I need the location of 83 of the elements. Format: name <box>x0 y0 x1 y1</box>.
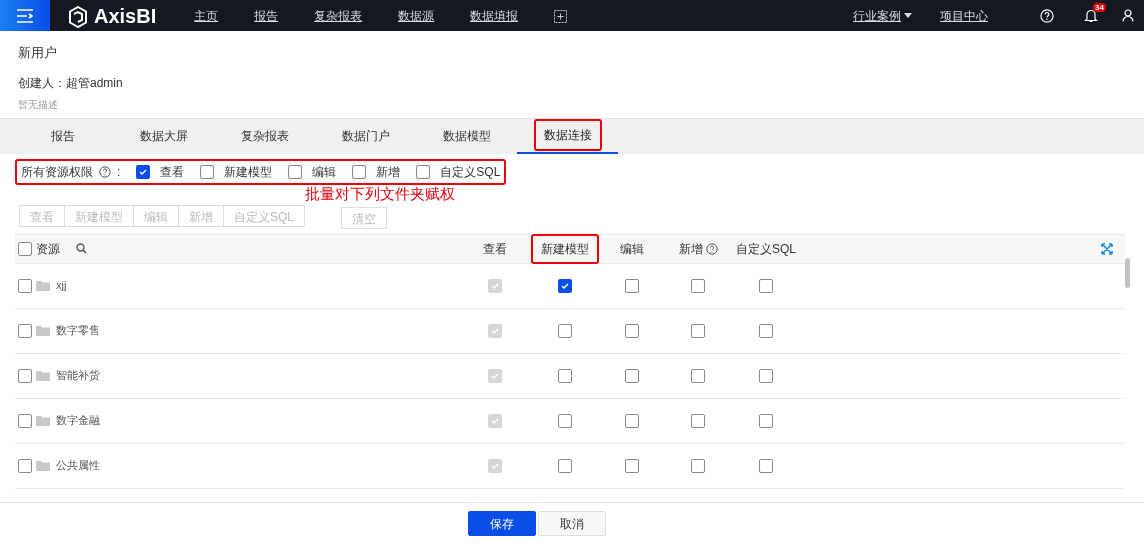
column-header: 新增 <box>678 240 703 258</box>
notification-badge: 34 <box>1093 3 1106 12</box>
tab[interactable]: 复杂报表 <box>214 118 315 154</box>
checkbox[interactable] <box>352 164 367 179</box>
checkbox[interactable] <box>558 458 572 473</box>
checkbox[interactable] <box>759 368 773 383</box>
menu-icon[interactable] <box>0 0 50 31</box>
folder-icon <box>36 280 50 291</box>
checkbox-label: 新增 <box>376 163 401 181</box>
nav-link[interactable]: 报告 <box>254 6 279 25</box>
column-header: 自定义SQL <box>736 240 796 258</box>
separator-text: : <box>117 163 121 181</box>
column-header: 新建模型 <box>531 233 599 264</box>
row-checkbox[interactable] <box>18 368 32 383</box>
checkbox[interactable] <box>691 368 705 383</box>
checkbox[interactable] <box>625 278 639 293</box>
checkbox-label: 自定义SQL <box>440 163 501 181</box>
annotation-text: 批量对下列文件夹赋权 <box>305 185 455 202</box>
checkbox-label: 新建模型 <box>224 163 273 181</box>
tab[interactable]: 报告 <box>12 118 113 154</box>
checkbox-label: 编辑 <box>312 163 337 181</box>
expand-icon[interactable] <box>1101 242 1113 255</box>
save-button[interactable]: 保存 <box>468 511 536 536</box>
folder-name: 数字金融 <box>56 413 100 429</box>
checkbox[interactable] <box>759 278 773 293</box>
tab[interactable]: 数据门户 <box>315 118 416 154</box>
column-header: 资源 <box>36 240 60 258</box>
checkbox[interactable] <box>759 458 773 473</box>
folder-name: 数字零售 <box>56 323 100 339</box>
checkbox[interactable] <box>691 278 705 293</box>
checkbox[interactable] <box>558 368 572 383</box>
folder-icon <box>36 370 50 381</box>
row-checkbox[interactable] <box>18 458 32 473</box>
checkbox[interactable] <box>625 413 639 428</box>
checkbox[interactable] <box>625 323 639 338</box>
caret-icon <box>904 13 912 18</box>
description-text: 暂无描述 <box>18 97 59 112</box>
folder-icon <box>36 325 50 336</box>
row-checkbox[interactable] <box>18 323 32 338</box>
user-icon[interactable] <box>1122 9 1134 22</box>
nav-link[interactable]: 数据源 <box>398 6 435 25</box>
checkbox-label: 查看 <box>160 163 185 181</box>
row-checkbox[interactable] <box>18 413 32 428</box>
bell-icon[interactable] <box>1084 8 1098 23</box>
page-title: 新用户 <box>18 44 58 62</box>
column-header: 查看 <box>483 240 507 258</box>
checkbox[interactable] <box>691 458 705 473</box>
nav-link[interactable]: 主页 <box>194 6 219 25</box>
checkbox[interactable] <box>288 164 303 179</box>
checkbox[interactable] <box>200 164 215 179</box>
folder-name: xjj <box>56 278 67 294</box>
logo-text: AxisBI <box>94 3 157 29</box>
folder-name: 公共属性 <box>56 458 100 474</box>
tab[interactable]: 数据大屏 <box>113 118 214 154</box>
folder-icon <box>36 415 50 426</box>
checkbox[interactable] <box>625 368 639 383</box>
folder-icon <box>36 460 50 471</box>
search-icon[interactable] <box>76 243 87 254</box>
row-checkbox[interactable] <box>18 278 32 293</box>
help-icon[interactable] <box>705 242 718 255</box>
creator-text: 创建人：超管admin <box>18 74 124 92</box>
checkbox[interactable] <box>625 458 639 473</box>
checkbox[interactable] <box>416 164 431 179</box>
checkbox[interactable] <box>136 164 151 179</box>
folder-name: 智能补货 <box>56 368 100 384</box>
cancel-button[interactable]: 取消 <box>538 511 606 536</box>
checkbox[interactable] <box>558 278 572 293</box>
checkbox[interactable] <box>558 323 572 338</box>
checkbox[interactable] <box>691 413 705 428</box>
nav-link[interactable]: 项目中心 <box>940 6 988 25</box>
checkbox[interactable] <box>759 323 773 338</box>
checkbox[interactable] <box>691 323 705 338</box>
help-icon[interactable] <box>99 165 111 178</box>
nav-link[interactable]: 复杂报表 <box>314 6 363 25</box>
column-header: 编辑 <box>620 240 644 258</box>
checkbox[interactable] <box>759 413 773 428</box>
select-all-checkbox[interactable] <box>18 241 32 256</box>
nav-link[interactable]: 行业案例 <box>853 6 912 25</box>
scrollbar-thumb[interactable] <box>1125 258 1130 288</box>
nav-link[interactable]: 数据填报 <box>470 6 519 25</box>
permission-label: 所有资源权限 <box>21 163 93 181</box>
checkbox[interactable] <box>558 413 572 428</box>
tab[interactable]: 数据模型 <box>416 118 517 154</box>
